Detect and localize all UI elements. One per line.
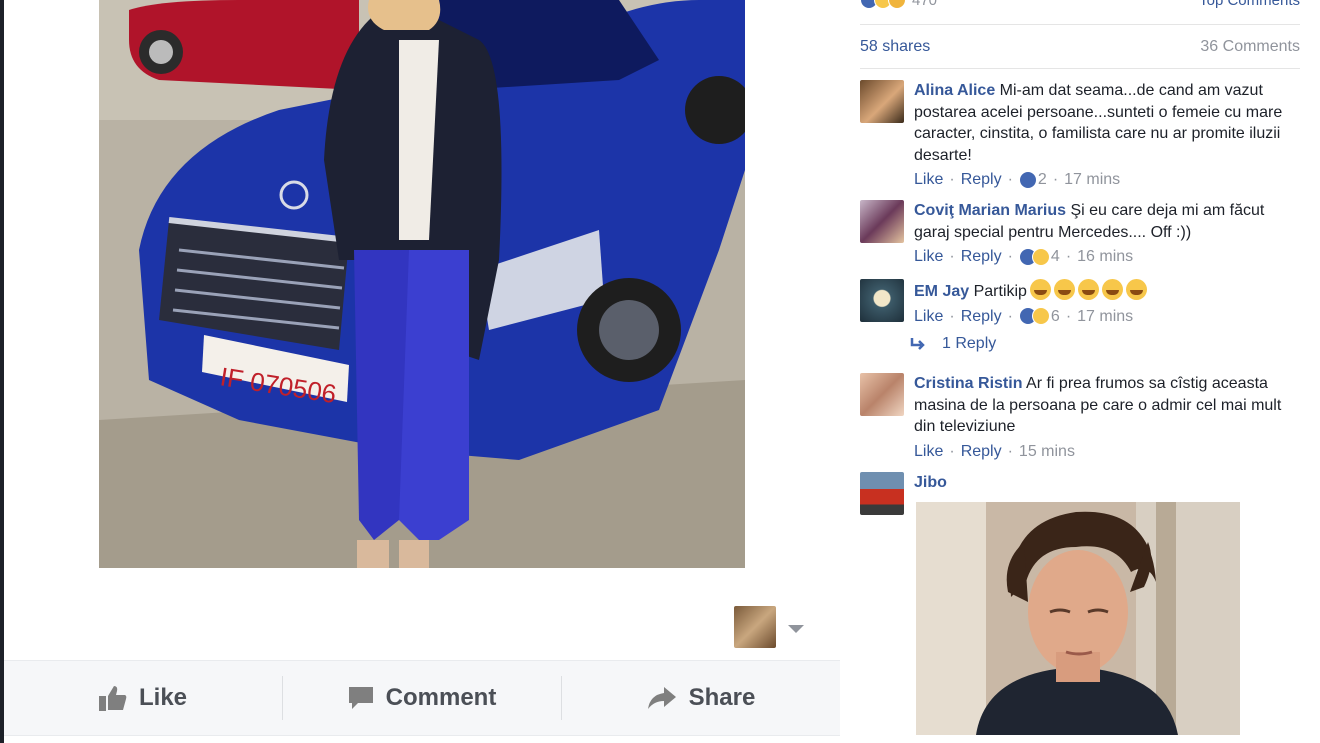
shares-count[interactable]: 58 shares (860, 38, 930, 56)
facebook-photo-viewer: IF 070506 Like Comment Share 470 Top Com… (0, 0, 1320, 743)
divider (860, 24, 1300, 25)
share-arrow-icon (647, 687, 676, 709)
comment-author[interactable]: EM Jay (914, 283, 969, 300)
share-button[interactable]: Share (562, 661, 840, 735)
replies-label: 1 Reply (942, 335, 997, 352)
laughing-emoji-icon (1053, 279, 1075, 300)
comment-text: Partikip (973, 283, 1027, 300)
reply-link[interactable]: Reply (961, 169, 1002, 191)
thumbs-up-icon (98, 686, 127, 711)
timestamp[interactable]: 17 mins (1077, 306, 1133, 328)
post-stats: 58 shares 36 Comments (860, 38, 1300, 56)
chevron-down-icon[interactable] (788, 625, 804, 633)
reply-link[interactable]: Reply (961, 246, 1002, 268)
post-photo[interactable]: IF 070506 (99, 0, 745, 568)
reply-arrow-icon (910, 338, 925, 350)
reaction-count[interactable]: 4 (1051, 246, 1060, 268)
avatar[interactable] (860, 373, 904, 416)
comment-author[interactable]: Alina Alice (914, 82, 995, 99)
avatar[interactable] (860, 200, 904, 243)
like-link[interactable]: Like (914, 441, 943, 463)
avatar[interactable] (860, 279, 904, 322)
view-replies-link[interactable]: 1 Reply (910, 335, 996, 353)
comment-sort-dropdown[interactable]: Top Comments (1199, 0, 1300, 9)
avatar[interactable] (860, 80, 904, 123)
divider (860, 68, 1300, 69)
timestamp[interactable]: 15 mins (1019, 441, 1075, 463)
like-label: Like (138, 684, 188, 711)
photo-tools (734, 606, 804, 648)
reply-link[interactable]: Reply (961, 441, 1002, 463)
timestamp[interactable]: 16 mins (1077, 246, 1133, 268)
photo-panel: IF 070506 (4, 0, 840, 743)
comment-meta: Like · Reply · 4 · 16 mins (914, 246, 1300, 268)
like-link[interactable]: Like (914, 246, 943, 268)
comment-gif-image[interactable] (916, 502, 1240, 735)
reaction-count[interactable]: 470 (912, 0, 937, 9)
viewer-avatar[interactable] (734, 606, 776, 648)
timestamp[interactable]: 17 mins (1064, 169, 1120, 191)
sad-reaction-icon (888, 0, 906, 9)
laughing-emoji-icon (1125, 279, 1147, 300)
laughing-emoji-icon (1077, 279, 1099, 300)
post-action-bar: Like Comment Share (4, 660, 840, 735)
divider (4, 735, 840, 743)
reaction-icons[interactable] (860, 0, 906, 9)
reaction-icons (1018, 307, 1050, 326)
like-link[interactable]: Like (914, 306, 943, 328)
comment-author[interactable]: Cristina Ristin (914, 375, 1022, 392)
comment-button[interactable]: Comment (283, 661, 561, 735)
reaction-icons (1018, 247, 1050, 266)
speech-bubble-icon (348, 687, 373, 709)
like-button[interactable]: Like (4, 661, 282, 735)
reply-link[interactable]: Reply (961, 306, 1002, 328)
comment-label: Comment (385, 684, 497, 711)
comment-author[interactable]: Jibo (914, 474, 947, 491)
share-label: Share (688, 684, 756, 711)
comment-meta: Like · Reply · 15 mins (914, 441, 1300, 463)
comment-meta: Like · Reply · 2 · 17 mins (914, 169, 1300, 191)
reaction-count[interactable]: 2 (1038, 169, 1047, 191)
laughing-emoji-icon (1101, 279, 1123, 300)
laughing-emoji-icon (1029, 279, 1051, 300)
comment-author[interactable]: Coviţ Marian Marius (914, 202, 1066, 219)
reaction-count[interactable]: 6 (1051, 306, 1060, 328)
comment-meta: Like · Reply · 6 · 17 mins (914, 306, 1300, 328)
like-link[interactable]: Like (914, 169, 943, 191)
comments-count[interactable]: 36 Comments (1200, 38, 1300, 56)
like-reaction-icon (1018, 170, 1037, 189)
reactions-summary: 470 Top Comments (860, 0, 1300, 10)
avatar[interactable] (860, 472, 904, 515)
